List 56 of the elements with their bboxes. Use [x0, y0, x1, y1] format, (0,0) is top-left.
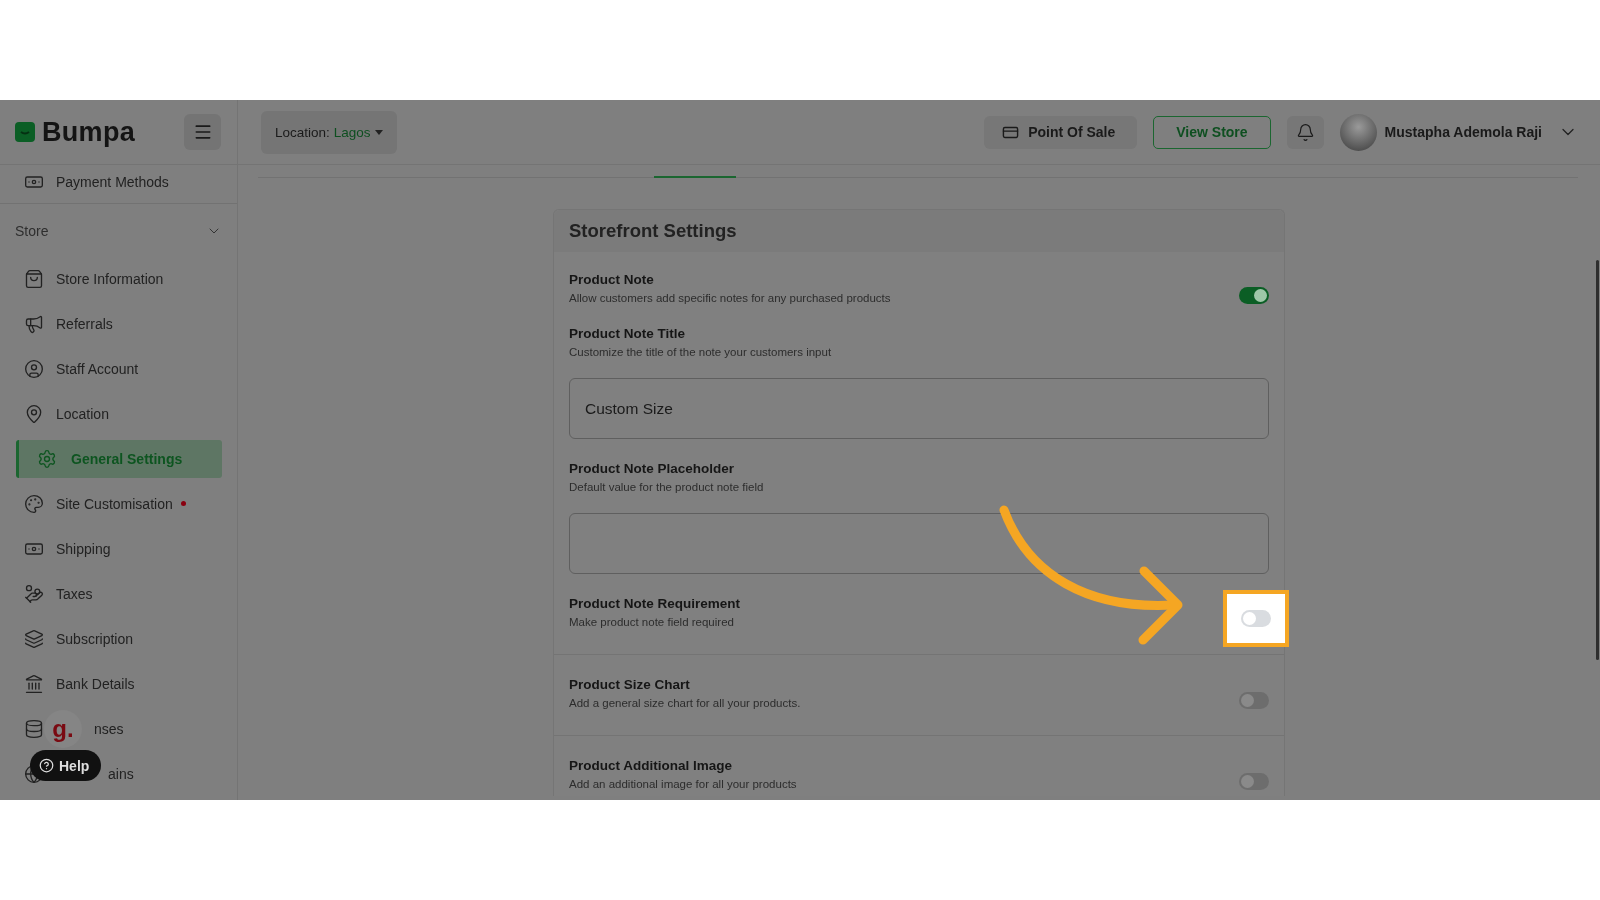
sidebar-item[interactable]: Subscription [56, 630, 134, 647]
megaphone-icon [24, 313, 44, 334]
sidebar-item[interactable]: Staff Account [56, 360, 139, 377]
setting-description: Default value for the product note field [569, 481, 765, 493]
user-name[interactable]: Mustapha Ademola Raji [1384, 124, 1542, 140]
setting-title: Product Size Chart [569, 677, 691, 692]
sidebar-item[interactable]: Bank Details [56, 675, 135, 692]
help-icon [39, 758, 54, 773]
menu-button[interactable] [184, 114, 221, 150]
settings-icon [37, 448, 57, 469]
chat-widget-logo[interactable]: g. [44, 709, 82, 748]
user-icon [24, 358, 44, 379]
toggle-switch[interactable] [1241, 609, 1271, 627]
toggle-switch[interactable] [1239, 286, 1269, 304]
view-store-button[interactable]: View Store [1153, 115, 1271, 149]
sidebar-item[interactable]: nses [94, 720, 124, 737]
logo-text: Bumpa [42, 116, 135, 148]
input-field[interactable] [569, 513, 1269, 574]
sidebar-item[interactable]: Site Customisation [56, 495, 173, 512]
setting-title: Product Additional Image [569, 758, 733, 773]
section-label[interactable]: Store [15, 223, 49, 239]
bank-icon [24, 673, 44, 694]
input-field[interactable]: Custom Size [569, 378, 1269, 439]
point-of-sale-button[interactable]: Point Of Sale [984, 115, 1138, 149]
bell-icon [1295, 122, 1315, 142]
setting-description: Allow customers add specific notes for any purchased products [569, 292, 891, 304]
sidebar-item[interactable]: Shipping [56, 540, 111, 557]
setting-title: Product Note Placeholder [569, 461, 736, 476]
setting-description: Make product note field required [569, 616, 735, 628]
sidebar-item[interactable]: Referrals [56, 315, 113, 332]
layers-icon [24, 628, 44, 649]
caret-icon [374, 129, 383, 135]
avatar[interactable] [1339, 113, 1377, 151]
sidebar-item[interactable]: Store Information [56, 270, 164, 287]
setting-description: Add a general size chart for all your products. [569, 697, 801, 709]
notification-button[interactable] [1286, 115, 1324, 149]
logo-icon [15, 122, 35, 142]
setting-title: Product Note Title [569, 326, 686, 341]
setting-description: Customize the title of the note your customers input [569, 346, 833, 358]
sidebar-item[interactable]: Taxes [56, 585, 93, 602]
location-pin-icon [24, 403, 44, 424]
database-icon [24, 718, 44, 739]
toggle-switch[interactable] [1239, 691, 1269, 709]
sidebar-item[interactable]: Location [56, 405, 109, 422]
hand-coins-icon [24, 583, 44, 604]
location-dropdown[interactable]: Location: Lagos [261, 110, 397, 154]
setting-title: Product Note [569, 272, 655, 287]
setting-title: Product Note Requirement [569, 596, 741, 611]
palette-icon [24, 493, 44, 514]
help-button[interactable]: Help [30, 750, 102, 781]
sidebar-item[interactable]: ains [108, 765, 134, 782]
sidebar-item[interactable]: Payment Methods [56, 174, 169, 190]
setting-description: Add an additional image for all your products [569, 778, 797, 790]
bag-icon [24, 268, 44, 289]
card-title: Storefront Settings [554, 210, 1284, 252]
toggle-switch[interactable] [1239, 772, 1269, 790]
